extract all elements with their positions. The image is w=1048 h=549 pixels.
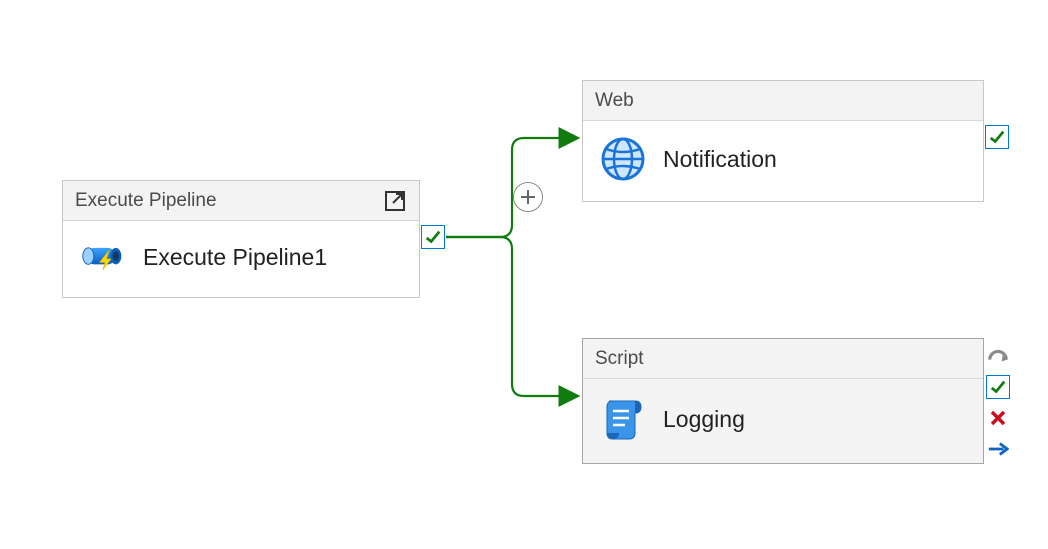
- add-branch-button[interactable]: [513, 182, 543, 212]
- connector-lines: [0, 0, 1048, 549]
- pipeline-canvas[interactable]: { "activities": { "execute_pipeline": { …: [0, 0, 1048, 549]
